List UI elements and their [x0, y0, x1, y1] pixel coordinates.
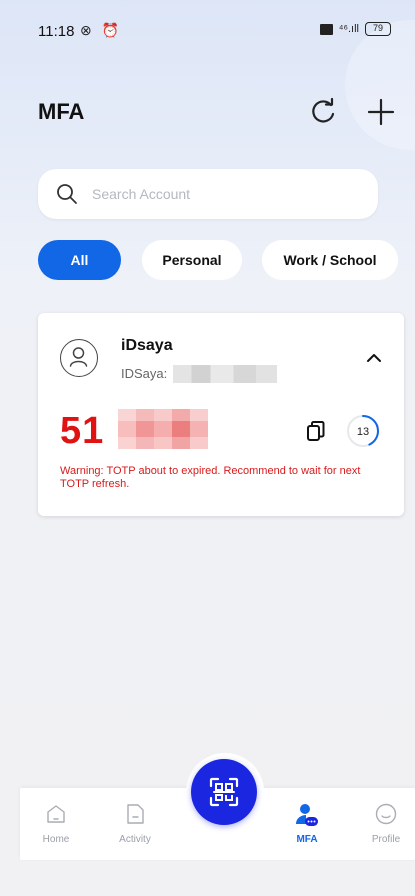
timer-seconds: 13 — [357, 426, 369, 438]
nav-activity-label: Activity — [119, 834, 151, 845]
battery-icon: 79 — [365, 22, 391, 36]
account-username: IDSaya: — [121, 366, 168, 381]
status-time: 11:18 — [38, 23, 75, 40]
timer-ring: 13 — [347, 415, 379, 447]
nav-profile[interactable]: Profile — [351, 788, 415, 860]
redacted-username — [173, 365, 277, 383]
scan-qr-button[interactable] — [191, 759, 257, 825]
refresh-icon — [312, 97, 335, 123]
nav-profile-label: Profile — [371, 834, 401, 845]
profile-icon — [375, 803, 397, 825]
account-avatar — [60, 339, 98, 377]
chevron-up-icon — [367, 354, 381, 362]
otp-timer: 13 — [346, 414, 380, 448]
redacted-otp-overlay — [118, 409, 208, 449]
account-name: iDsaya — [121, 337, 173, 354]
account-card[interactable]: iDsaya IDSaya: 51 13 Warning: TOTP about… — [38, 313, 404, 516]
mfa-user-icon — [296, 804, 318, 826]
search-input[interactable] — [92, 186, 332, 202]
page-title: MFA — [38, 99, 85, 124]
status-right-icons: ⁴⁶.ıll 79 — [319, 22, 391, 36]
nav-mfa-label: MFA — [296, 834, 318, 845]
filter-personal-chip[interactable]: Personal — [142, 240, 242, 280]
status-notification-icons: ⊗ ⏰ — [80, 22, 123, 38]
nav-home-label: Home — [42, 834, 70, 845]
signal-icon: ⁴⁶.ıll — [338, 23, 359, 35]
user-icon — [69, 347, 88, 367]
nav-activity[interactable]: Activity — [100, 788, 170, 860]
hd-icon — [319, 23, 333, 35]
search-bar[interactable] — [38, 169, 378, 219]
activity-icon — [127, 804, 144, 824]
status-bar: 11:18 ⊗ ⏰ ⁴⁶.ıll 79 — [0, 0, 415, 60]
copy-icon — [307, 421, 325, 441]
collapse-button[interactable] — [363, 347, 385, 369]
home-icon — [47, 805, 65, 823]
filter-all-chip[interactable]: All — [38, 240, 121, 280]
qr-scan-icon — [209, 777, 239, 807]
totp-warning: Warning: TOTP about to expired. Recommen… — [60, 465, 361, 490]
plus-icon — [367, 98, 395, 126]
refresh-button[interactable] — [306, 94, 342, 130]
nav-mfa[interactable]: MFA — [272, 788, 342, 860]
search-icon — [57, 184, 77, 204]
filter-work-school-chip[interactable]: Work / School — [262, 240, 398, 280]
otp-code: 51 — [60, 410, 105, 452]
copy-button[interactable] — [305, 419, 327, 443]
nav-home[interactable]: Home — [21, 788, 91, 860]
mfa-screen: 11:18 ⊗ ⏰ ⁴⁶.ıll 79 MFA All Personal Wor… — [0, 0, 415, 896]
add-account-button[interactable] — [363, 94, 399, 130]
